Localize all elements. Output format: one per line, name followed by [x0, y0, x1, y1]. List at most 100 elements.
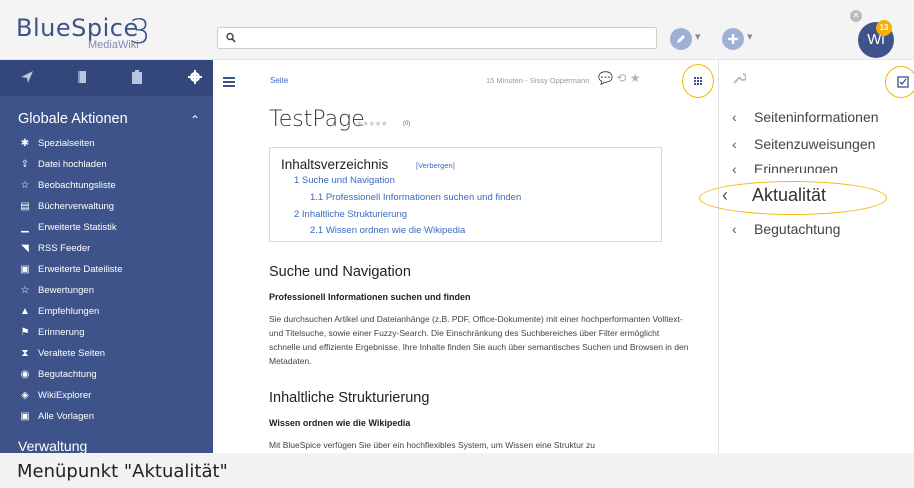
flag-icon: ⚑: [20, 327, 30, 338]
edit-caret-icon[interactable]: ▾: [695, 30, 701, 43]
sidebar-item-label: Bücherverwaltung: [38, 201, 115, 212]
sidebar-item[interactable]: ▣ Alle Vorlagen: [18, 411, 94, 429]
sidebar-item-label: Datei hochladen: [38, 159, 107, 170]
section-heading: Suche und Navigation: [269, 264, 411, 280]
templates-icon: ▣: [20, 411, 30, 422]
sidebar-item-label: Erinnerung: [38, 327, 85, 338]
rating-stars[interactable]: ★★★★★: [356, 119, 388, 128]
upload-icon: ⇪: [20, 159, 30, 170]
sidebar-item[interactable]: ✱ Spezialseiten: [18, 138, 95, 156]
book-icon[interactable]: [76, 70, 88, 89]
breadcrumb[interactable]: Seite: [270, 76, 288, 85]
checklist-button[interactable]: [892, 72, 914, 92]
page-toolbar: Seite 15 Minuten - Sissy Oppermann 💬 ⟲ ★: [258, 70, 670, 94]
section-paragraph: Mit BlueSpice verfügen Sie über ein hoch…: [269, 440, 595, 450]
sidebar-item[interactable]: ⧗ Veraltete Seiten: [18, 348, 105, 366]
rss-icon: ◥: [21, 243, 29, 254]
panel-item-aktualitaet[interactable]: ‹ Aktualität: [722, 185, 826, 206]
chevron-left-icon: ‹: [732, 136, 737, 152]
sidebar-item-label: Erweiterte Statistik: [38, 222, 117, 233]
sidebar-item-label: Erweiterte Dateiliste: [38, 264, 123, 275]
books-icon: ▤: [20, 201, 30, 212]
last-edit-meta[interactable]: 15 Minuten - Sissy Oppermann: [486, 76, 589, 85]
sidebar-item[interactable]: ⚑ Erinnerung: [18, 327, 85, 345]
special-pages-icon: ✱: [20, 138, 30, 149]
toc-toggle-link[interactable]: [Verbergen]: [416, 161, 455, 170]
eye-icon: ◉: [20, 369, 30, 380]
apps-grid-button[interactable]: [687, 70, 709, 92]
discussion-icon[interactable]: 💬: [598, 71, 613, 85]
panel-item-seiteninformationen[interactable]: ‹ Seiteninformationen: [732, 109, 879, 125]
edit-button[interactable]: [670, 28, 692, 50]
logo-number: 3: [129, 12, 151, 52]
table-of-contents: Inhaltsverzeichnis [Verbergen] 1 Suche u…: [269, 147, 662, 242]
clipboard-icon[interactable]: [131, 70, 143, 89]
sidebar-next-heading[interactable]: Verwaltung: [18, 438, 87, 453]
section-subheading: Professionell Informationen suchen und f…: [269, 292, 471, 302]
sidebar-item-label: Begutachtung: [38, 369, 97, 380]
wrench-icon[interactable]: [732, 71, 747, 88]
sidebar-item[interactable]: ⇪ Datei hochladen: [18, 159, 107, 177]
sidebar-heading[interactable]: Globale Aktionen: [18, 111, 128, 127]
sidebar-item[interactable]: ☆ Bewertungen: [18, 285, 94, 303]
page-action-icons: 💬 ⟲ ★: [598, 71, 640, 85]
plus-icon: [722, 34, 744, 54]
sidebar-item-label: Spezialseiten: [38, 138, 95, 149]
pencil-icon: [670, 35, 692, 54]
section-paragraph: Sie durchsuchen Artikel und Dateianhänge…: [269, 314, 689, 366]
section-heading: Inhaltliche Strukturierung: [269, 390, 430, 406]
statistics-icon: ▁: [21, 222, 29, 233]
sidebar-item[interactable]: ▤ Bücherverwaltung: [18, 201, 114, 219]
recommend-icon: ▲: [20, 306, 30, 317]
sidebar-item[interactable]: ▣ Erweiterte Dateiliste: [18, 264, 122, 282]
sidebar-item[interactable]: ◉ Begutachtung: [18, 369, 97, 387]
toc-item[interactable]: 2.1 Wissen ordnen wie die Wikipedia: [310, 225, 465, 236]
file-list-icon: ▣: [20, 264, 30, 275]
panel-item-seitenzuweisungen[interactable]: ‹ Seitenzuweisungen: [732, 136, 875, 152]
sidebar-item[interactable]: ◥ RSS Feeder: [18, 243, 90, 261]
sidebar-item-label: WikiExplorer: [38, 390, 92, 401]
panel-item-label: Seitenzuweisungen: [754, 136, 876, 152]
panel-item-erinnerungen[interactable]: ‹ Erinnerungen: [732, 161, 838, 173]
chevron-left-icon: ‹: [732, 221, 737, 237]
create-caret-icon[interactable]: ▾: [747, 30, 753, 43]
hamburger-menu-icon[interactable]: [223, 74, 235, 92]
panel-item-begutachtung[interactable]: ‹ Begutachtung: [732, 221, 840, 237]
toc-item[interactable]: 1.1 Professionell Informationen suchen u…: [310, 192, 521, 203]
sidebar-item[interactable]: ▁ Erweiterte Statistik: [18, 222, 117, 240]
grid-icon: [687, 77, 709, 96]
sidebar-item-label: Alle Vorlagen: [38, 411, 94, 422]
toc-item[interactable]: 1 Suche und Navigation: [294, 175, 395, 186]
sidebar-item-label: RSS Feeder: [38, 243, 91, 254]
section-subheading: Wissen ordnen wie die Wikipedia: [269, 418, 411, 428]
checklist-icon: [892, 76, 914, 96]
screenshot-stage: BlueSpice MediaWiki 3 ▾ ▾ ✕ Wi 13 Global…: [0, 0, 914, 488]
sidebar-item[interactable]: ☆ Beobachtungsliste: [18, 180, 116, 198]
watch-star-icon[interactable]: ★: [630, 71, 641, 85]
caption-text: Menüpunkt "Aktualität": [17, 461, 228, 482]
search-input[interactable]: [217, 27, 657, 49]
sidebar-item[interactable]: ▲ Empfehlungen: [18, 306, 99, 324]
sidebar-item-label: Veraltete Seiten: [38, 348, 106, 359]
notification-badge[interactable]: 13: [876, 20, 892, 36]
caption-bar: Menüpunkt "Aktualität": [0, 453, 914, 488]
chevron-left-icon: ‹: [732, 161, 737, 173]
navigation-arrow-icon[interactable]: [20, 70, 34, 89]
panel-item-label: Seiteninformationen: [754, 109, 879, 125]
gear-icon[interactable]: [188, 70, 202, 89]
chevron-left-icon: ‹: [732, 109, 737, 125]
star-outline-icon: ☆: [20, 180, 30, 191]
chevron-up-icon[interactable]: ⌃: [190, 113, 200, 127]
create-button[interactable]: [722, 28, 744, 50]
bluespice-logo[interactable]: BlueSpice MediaWiki 3: [12, 12, 212, 52]
history-icon[interactable]: ⟲: [616, 71, 626, 85]
close-icon[interactable]: ✕: [850, 10, 862, 22]
toc-title: Inhaltsverzeichnis: [281, 157, 389, 172]
panel-divider: [718, 60, 719, 453]
sidebar-item[interactable]: ◈ WikiExplorer: [18, 390, 91, 408]
toc-item[interactable]: 2 Inhaltliche Strukturierung: [294, 209, 407, 220]
explorer-icon: ◈: [21, 390, 29, 401]
sidebar-item-label: Beobachtungsliste: [38, 180, 116, 191]
chevron-left-icon: ‹: [722, 185, 728, 205]
hourglass-icon: ⧗: [21, 348, 29, 359]
